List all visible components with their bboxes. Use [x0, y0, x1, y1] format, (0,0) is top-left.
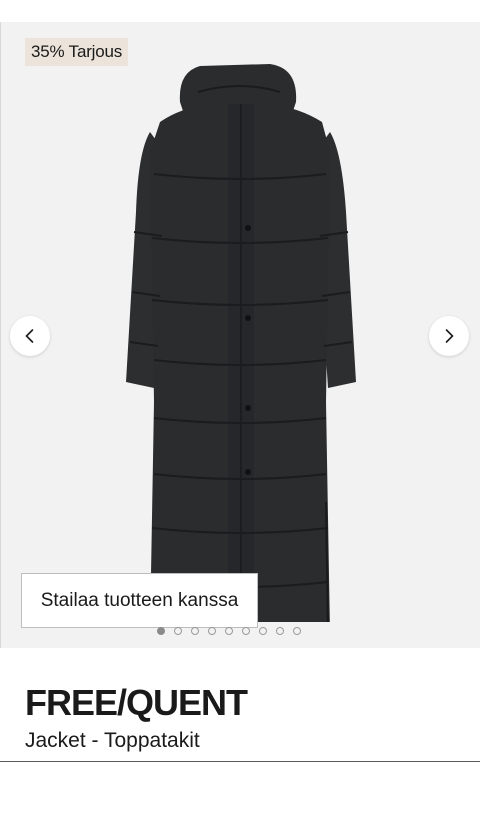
pagination-dot[interactable] — [259, 627, 267, 635]
pagination-dot[interactable] — [276, 627, 284, 635]
pagination-dot[interactable] — [174, 627, 182, 635]
pagination-dot[interactable] — [191, 627, 199, 635]
pagination-dot[interactable] — [293, 627, 301, 635]
product-image[interactable] — [120, 42, 360, 622]
product-brand[interactable]: FREE/QUENT — [25, 683, 248, 723]
style-with-product-button[interactable]: Stailaa tuotteen kanssa — [21, 573, 258, 628]
pagination-dot[interactable] — [242, 627, 250, 635]
product-category: Jacket - Toppatakit — [25, 729, 200, 752]
gallery-pagination — [157, 627, 301, 635]
chevron-right-icon — [445, 329, 454, 343]
pagination-dot[interactable] — [157, 627, 165, 635]
chevron-left-icon — [25, 329, 34, 343]
pagination-dot[interactable] — [208, 627, 216, 635]
divider — [0, 761, 480, 762]
gallery-edge-line — [0, 22, 1, 648]
product-image-gallery[interactable]: 35% Tarjous Stailaa tuotteen kanssa — [0, 22, 480, 648]
pagination-dot[interactable] — [225, 627, 233, 635]
discount-badge: 35% Tarjous — [25, 38, 129, 66]
previous-image-button[interactable] — [10, 316, 50, 356]
next-image-button[interactable] — [429, 316, 469, 356]
